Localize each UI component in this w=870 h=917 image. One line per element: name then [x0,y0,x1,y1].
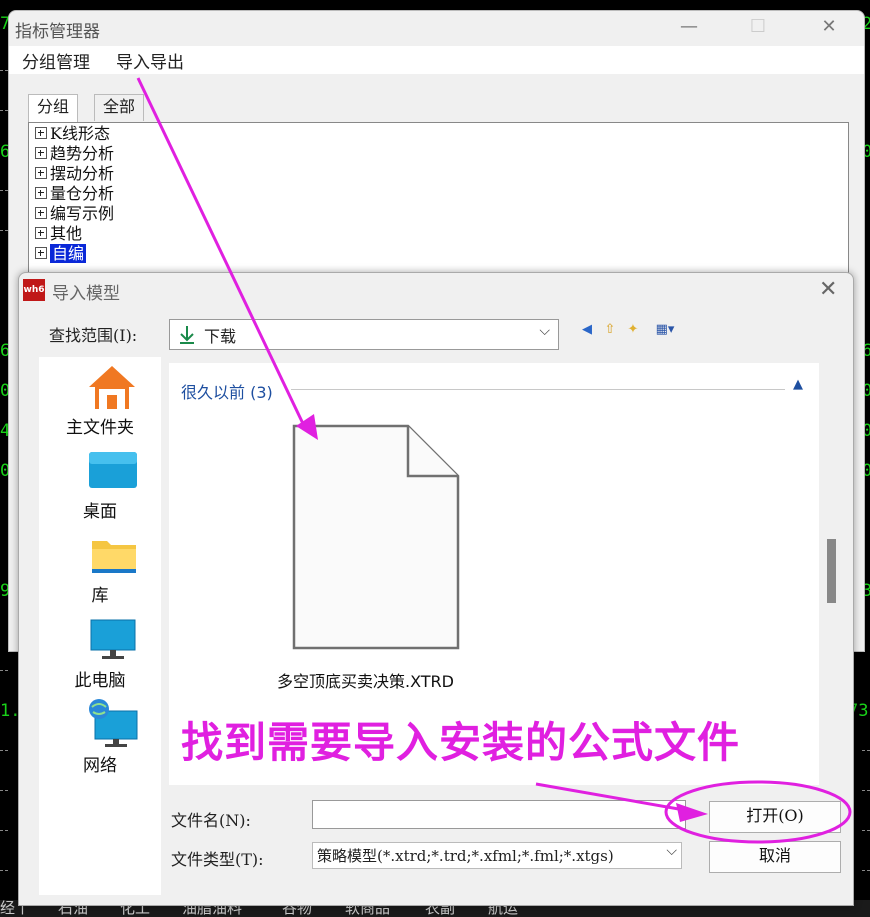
tree-item[interactable]: 趋势分析 [35,144,114,164]
look-in-value: 下载 [204,327,237,346]
file-group-header[interactable]: 很久以前 (3) [181,379,273,403]
menu-group-manage[interactable]: 分组管理 [22,48,90,73]
grid-line [0,70,8,71]
annotation-text: 找到需要导入安装的公式文件 [181,718,741,767]
app-logo-icon: wh6 [23,279,45,301]
computer-icon [90,619,136,659]
expand-icon[interactable] [35,127,47,139]
network-icon [89,699,138,747]
filetype-dropdown[interactable]: 策略模型(*.xtrd;*.trd;*.xfml;*.fml;*.xtgs) ⌵ [312,842,682,869]
folder-icon [92,541,136,573]
menu-bar: 分组管理 导入导出 [9,46,864,74]
desktop-icon [89,452,137,488]
minimize-button[interactable]: — [666,11,712,45]
close-button[interactable]: ✕ [806,11,852,45]
filename-input[interactable] [312,800,686,829]
dialog-title: 导入模型 [52,284,120,304]
expand-icon[interactable] [35,167,47,179]
filetype-label: 文件类型(T): [171,850,264,869]
tree-item-selected[interactable]: 自编 [35,244,87,264]
group-divider [291,389,785,390]
download-icon [180,326,194,344]
tree-item[interactable]: 量仓分析 [35,184,114,204]
chevron-down-icon: ⌵ [662,843,677,859]
grid-line [862,870,870,871]
file-icon [292,424,460,650]
menu-import-export[interactable]: 导入导出 [116,48,184,73]
tree-item[interactable]: 其他 [35,224,82,244]
close-icon[interactable]: ✕ [819,277,837,302]
expand-icon[interactable] [35,247,47,259]
place-network[interactable]: 网络 [39,699,161,779]
expand-icon[interactable] [35,187,47,199]
chevron-down-icon: ⌵ [539,323,550,339]
place-desktop[interactable]: 桌面 [39,451,161,522]
open-button[interactable]: 打开(O) [709,801,841,833]
maximize-button[interactable]: ☐ [735,11,781,45]
file-name-label[interactable]: 多空顶底买卖决策.XTRD [277,668,454,692]
home-folder-icon [89,366,135,409]
grid-line [862,830,870,831]
places-sidebar: 主文件夹 桌面 库 此电脑 网络 [39,357,161,895]
cancel-button[interactable]: 取消 [709,841,841,873]
place-home[interactable]: 主文件夹 [39,363,161,438]
window-title: 指标管理器 [15,22,100,42]
grid-line [0,870,8,871]
filename-label: 文件名(N): [171,811,251,830]
grid-line [0,830,8,831]
view-menu-icon[interactable]: ▦▾ [649,322,681,338]
grid-line [0,110,8,111]
tree-item[interactable]: 编写示例 [35,204,114,224]
place-this-pc[interactable]: 此电脑 [39,619,161,691]
indicator-tree: K线形态 趋势分析 摆动分析 量仓分析 编写示例 其他 自编 [28,122,849,274]
grid-line [0,230,8,231]
place-library[interactable]: 库 [39,535,161,606]
expand-icon[interactable] [35,147,47,159]
expand-icon[interactable] [35,227,47,239]
file-item[interactable] [277,420,479,660]
back-icon[interactable]: ◀ [579,322,595,338]
import-model-dialog: wh6 导入模型 ✕ 查找范围(I): 下载 ⌵ ◀ ⇧ ✦ ▦▾ 主文件夹 桌… [18,272,854,906]
grid-line [862,750,870,751]
grid-line [0,190,8,191]
look-in-label: 查找范围(I): [49,326,138,345]
grid-line [0,670,8,671]
collapse-icon[interactable]: ▲ [793,377,803,392]
tree-item[interactable]: K线形态 [35,124,110,144]
up-folder-icon[interactable]: ⇧ [602,322,618,338]
tab-group[interactable]: 分组 [28,94,79,122]
grid-line [0,750,8,751]
new-folder-icon[interactable]: ✦ [625,322,641,338]
grid-line [0,790,8,791]
file-list-pane: 很久以前 (3) ▲ 多空顶底买卖决策.XTRD 找到需要导入安装的公式文件 [169,363,819,785]
grid-line [862,790,870,791]
expand-icon[interactable] [35,207,47,219]
tab-all[interactable]: 全部 [94,94,145,121]
tree-item[interactable]: 摆动分析 [35,164,114,184]
look-in-dropdown[interactable]: 下载 ⌵ [169,319,559,350]
vertical-scrollbar[interactable] [827,539,836,603]
filetype-value: 策略模型(*.xtrd;*.trd;*.xfml;*.fml;*.xtgs) [317,847,614,865]
